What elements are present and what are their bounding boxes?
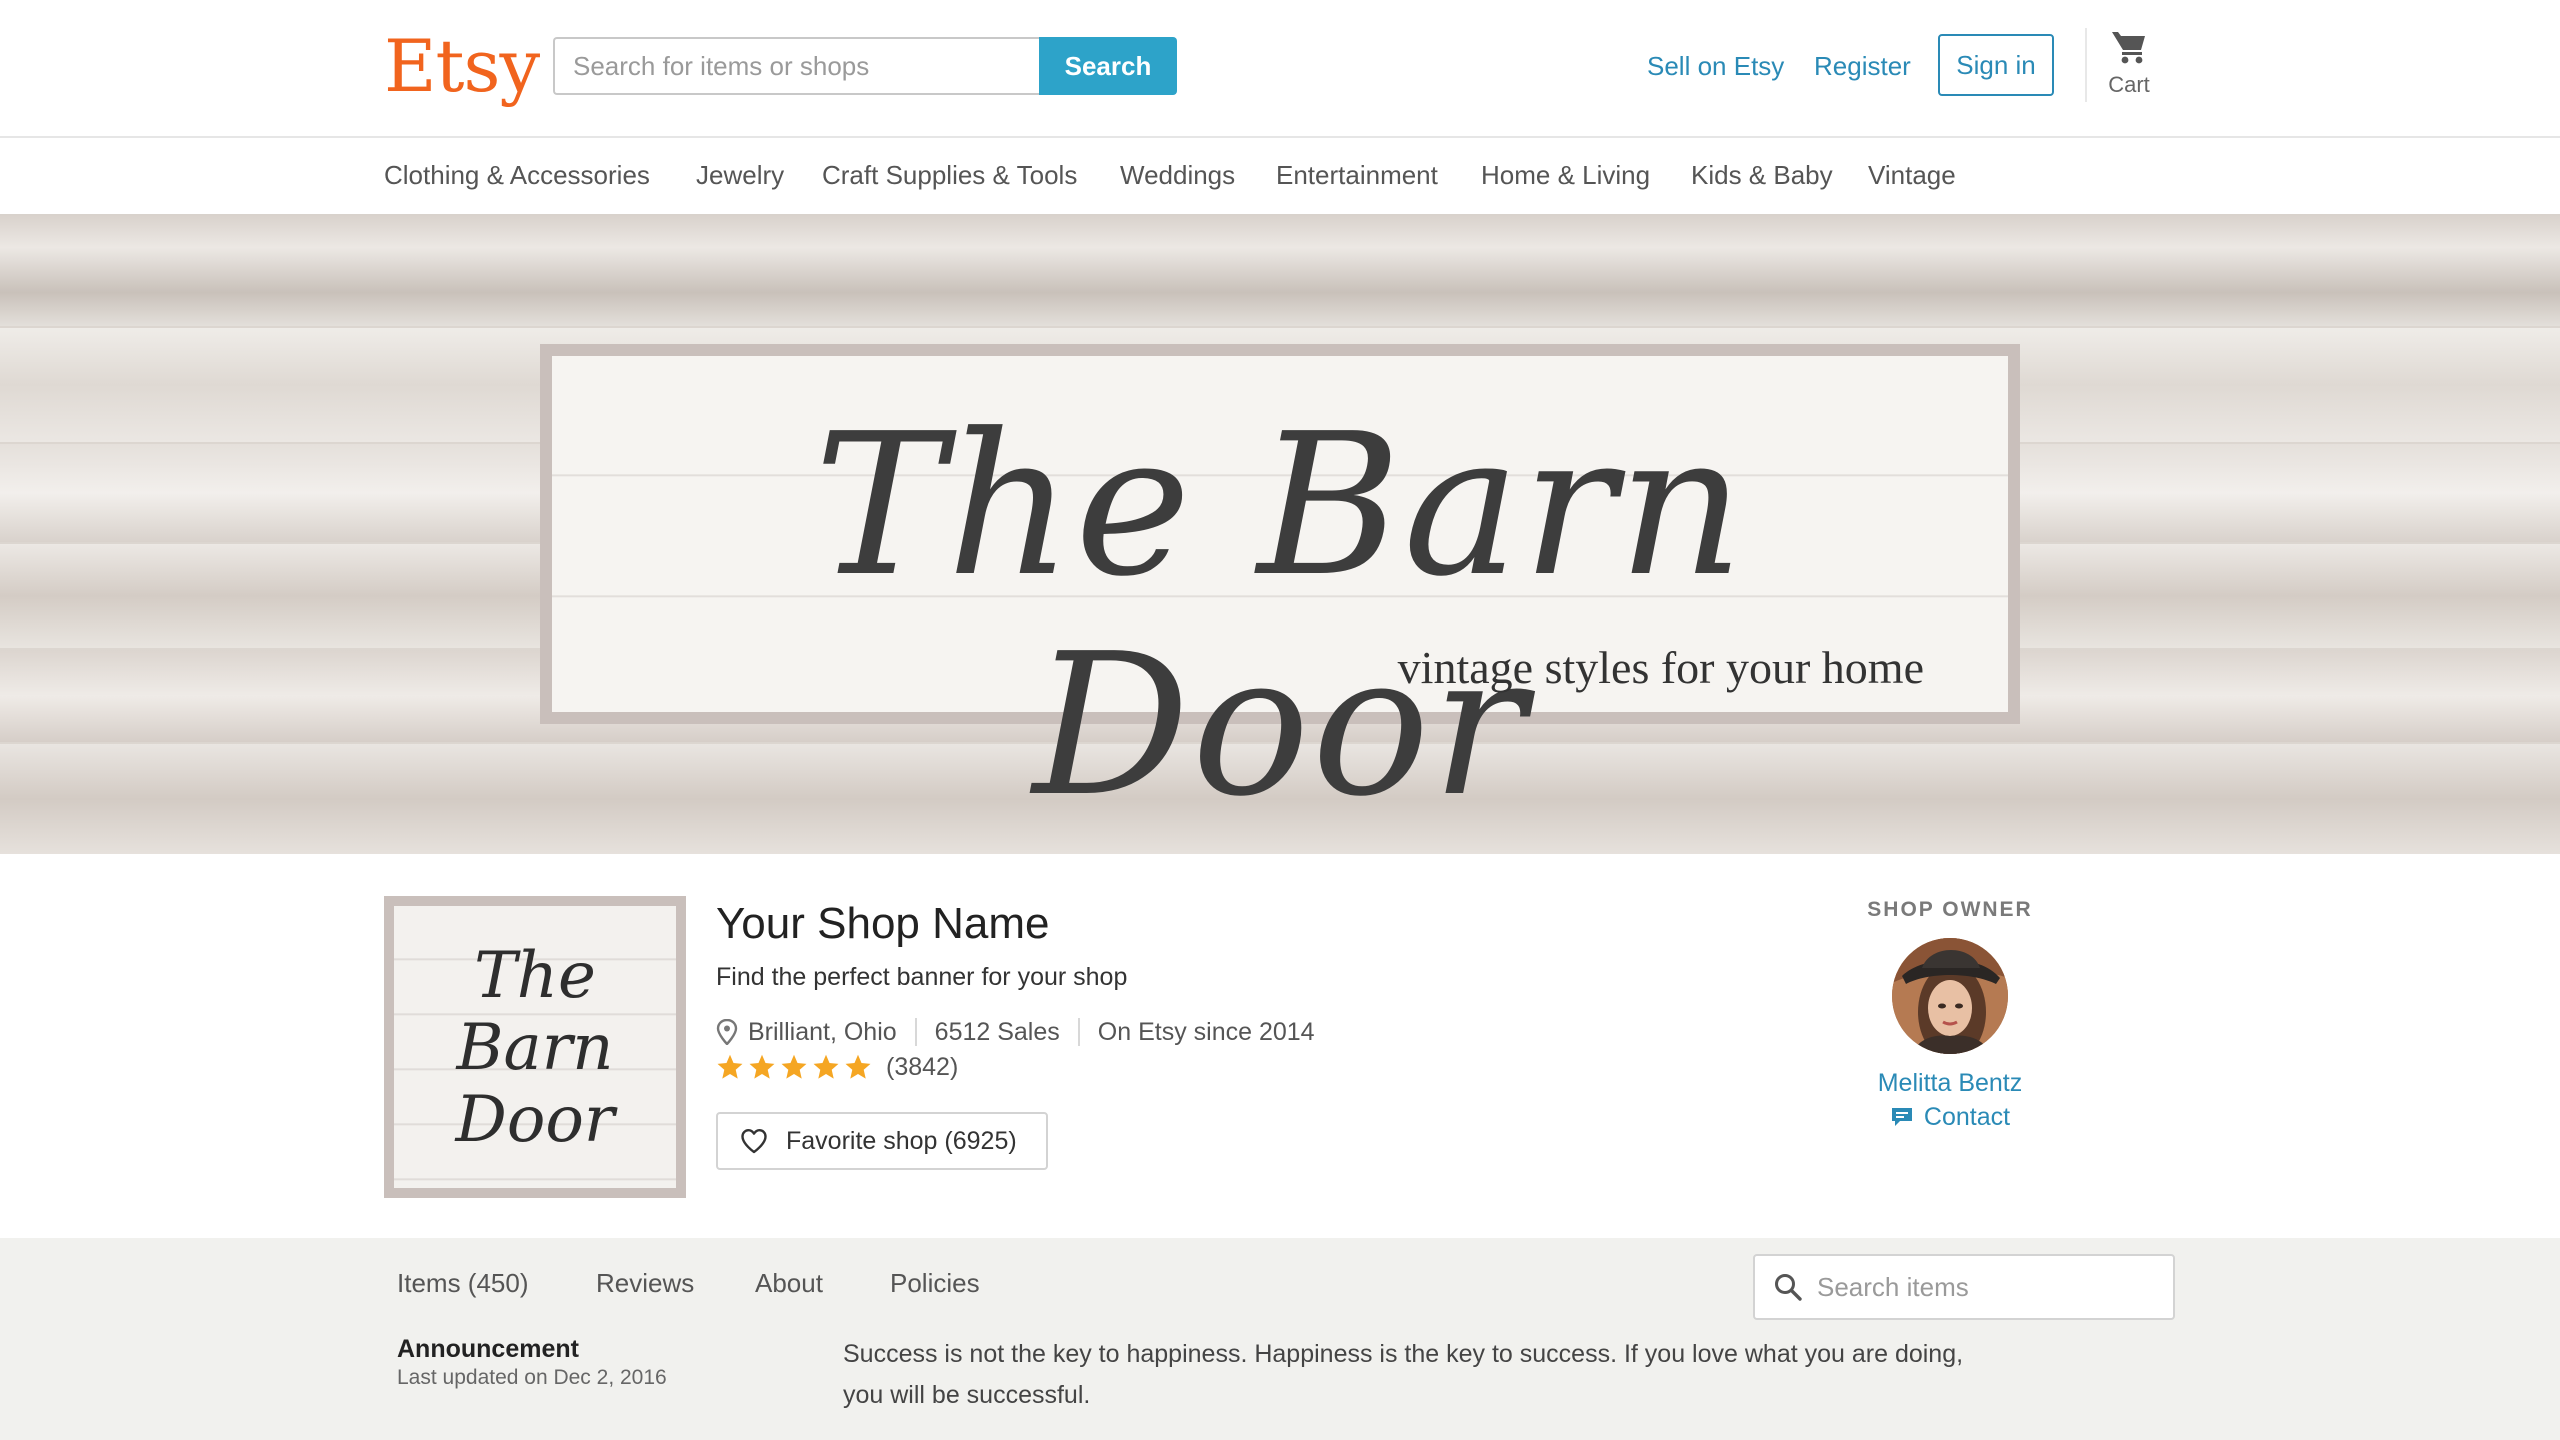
meta-divider [914,1018,917,1046]
category-jewelry[interactable]: Jewelry [696,158,784,192]
banner-sign-board: The Barn Door vintage styles for your ho… [552,356,2008,836]
shop-logo-board: The Barn Door [394,906,676,1188]
meta-divider [1077,1018,1080,1046]
contact-owner-link[interactable]: Contact [1850,1102,2050,1132]
tab-policies[interactable]: Policies [890,1266,980,1300]
category-weddings[interactable]: Weddings [1120,158,1235,192]
shop-logo-line: The [474,939,596,1013]
header-divider [2085,28,2087,102]
shop-banner: The Barn Door vintage styles for your ho… [0,214,2560,854]
star-icon [781,1054,807,1079]
owner-avatar-image [1892,938,2008,1054]
cart-icon [2112,32,2145,64]
shop-tagline: Find the perfect banner for your shop [716,963,1128,991]
category-nav: Clothing & Accessories Jewelry Craft Sup… [0,140,2560,214]
wood-plank [0,214,2560,326]
owner-name-link[interactable]: Melitta Bentz [1850,1068,2050,1098]
location-pin-icon [716,1019,738,1045]
banner-tagline: vintage styles for your home [1397,642,1924,693]
site-header: Etsy Search Sell on Etsy Register Sign i… [0,0,2560,138]
register-link[interactable]: Register [1814,50,1911,82]
shop-sales: 6512 Sales [934,1018,1060,1046]
star-icon [845,1054,871,1079]
site-search: Search [553,37,1177,95]
banner-sign: The Barn Door vintage styles for your ho… [540,344,2020,836]
category-clothing-accessories[interactable]: Clothing & Accessories [384,158,650,192]
sign-in-button[interactable]: Sign in [1938,34,2054,96]
shop-content-area: Items (450) Reviews About Policies Annou… [0,1238,2560,1440]
star-icon [749,1054,775,1079]
favorite-shop-button[interactable]: Favorite shop (6925) [716,1112,1048,1170]
category-vintage[interactable]: Vintage [1868,158,1956,192]
shop-logo-text: The Barn Door [394,940,676,1156]
site-search-input[interactable] [553,37,1040,95]
tab-about[interactable]: About [755,1266,823,1300]
category-home-living[interactable]: Home & Living [1481,158,1650,192]
shop-meta: Brilliant, Ohio 6512 Sales On Etsy since… [716,1016,1315,1048]
shop-item-search-input[interactable] [1817,1271,2157,1303]
shop-item-search [1753,1254,2175,1320]
shop-logo[interactable]: The Barn Door [384,896,686,1198]
rating-count: (3842) [886,1052,959,1081]
cart-label: Cart [2108,72,2150,97]
shop-name: Your Shop Name [716,899,1050,948]
star-icon [717,1054,743,1079]
announcement-title: Announcement [397,1335,579,1363]
etsy-logo[interactable]: Etsy [384,26,540,106]
category-entertainment[interactable]: Entertainment [1276,158,1438,192]
shop-since: On Etsy since 2014 [1097,1018,1315,1046]
chat-icon [1891,1108,1912,1126]
shop-location: Brilliant, Ohio [748,1018,897,1046]
tab-reviews[interactable]: Reviews [596,1266,694,1300]
cart-button[interactable]: Cart [2098,28,2160,108]
favorite-shop-label: Favorite shop (6925) [786,1126,1017,1155]
announcement-text: Success is not the key to happiness. Hap… [843,1340,1964,1409]
shop-owner-heading: SHOP OWNER [1867,898,2033,921]
search-icon [1775,1274,1802,1301]
star-icon [813,1054,839,1079]
banner-title: The Barn Door [813,392,1747,840]
shop-logo-line: Door [455,1083,615,1157]
category-kids-baby[interactable]: Kids & Baby [1691,158,1833,192]
shop-logo-line: Barn [456,1011,614,1085]
heart-icon [741,1129,767,1154]
sell-on-etsy-link[interactable]: Sell on Etsy [1647,50,1784,82]
owner-avatar[interactable] [1892,938,2008,1054]
search-button[interactable]: Search [1039,37,1177,95]
category-craft-supplies-tools[interactable]: Craft Supplies & Tools [822,158,1077,192]
contact-label: Contact [1923,1102,2011,1131]
announcement-date: Last updated on Dec 2, 2016 [397,1366,667,1389]
shop-rating[interactable]: (3842) [716,1052,958,1082]
tab-items[interactable]: Items (450) [397,1266,529,1300]
